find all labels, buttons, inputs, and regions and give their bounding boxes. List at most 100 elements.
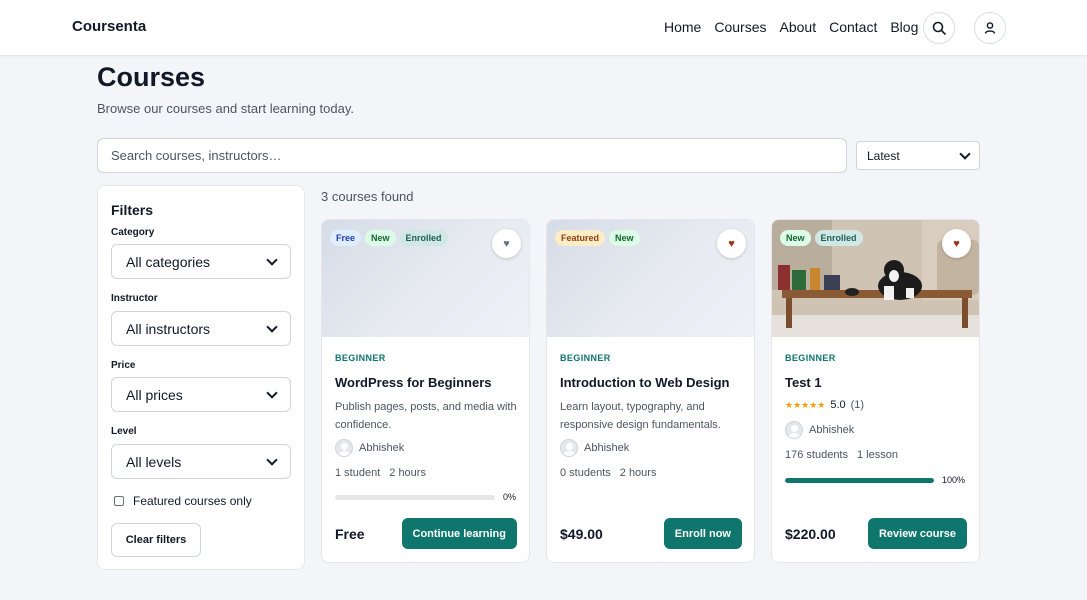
nav-courses[interactable]: Courses bbox=[714, 19, 766, 35]
course-badges: Free New Enrolled bbox=[330, 230, 448, 246]
featured-only-toggle[interactable]: Featured courses only bbox=[114, 494, 252, 508]
nav-blog[interactable]: Blog bbox=[890, 19, 918, 35]
featured-badge: Featured bbox=[555, 230, 606, 246]
course-instructor: Abhishek bbox=[785, 421, 854, 439]
course-price: $220.00 bbox=[785, 526, 836, 542]
course-level: BEGINNER bbox=[335, 353, 386, 363]
course-search-input[interactable] bbox=[97, 138, 847, 173]
chevron-down-icon bbox=[266, 320, 278, 333]
sort-select[interactable]: Latest bbox=[856, 141, 980, 170]
course-instructor: Abhishek bbox=[335, 439, 404, 457]
favorite-button[interactable]: ♥ bbox=[492, 229, 521, 258]
page-subtitle: Browse our courses and start learning to… bbox=[97, 101, 355, 116]
course-card[interactable]: Free New Enrolled ♥ BEGINNER WordPress f… bbox=[321, 219, 530, 563]
level-select[interactable]: All levels bbox=[111, 444, 291, 479]
instructor-select[interactable]: All instructors bbox=[111, 311, 291, 346]
level-label: Level bbox=[111, 426, 137, 437]
student-count: 176 students bbox=[785, 449, 848, 461]
top-navbar: Coursenta Home Courses About Contact Blo… bbox=[0, 0, 1087, 56]
course-card[interactable]: New Enrolled ♥ BEGINNER Test 1 ★★★★★ 5.0… bbox=[771, 219, 980, 563]
course-price: $49.00 bbox=[560, 526, 603, 542]
progress-track bbox=[785, 477, 934, 483]
progress-fill bbox=[785, 477, 934, 483]
course-rating: ★★★★★ 5.0 (1) bbox=[785, 399, 864, 411]
course-badges: New Enrolled bbox=[780, 230, 863, 246]
search-button[interactable] bbox=[923, 12, 955, 44]
course-title[interactable]: Introduction to Web Design bbox=[560, 375, 729, 390]
instructor-label: Instructor bbox=[111, 293, 158, 304]
category-selected-value: All categories bbox=[126, 253, 211, 270]
results-count: 3 courses found bbox=[321, 189, 414, 204]
star-rating-icon: ★★★★★ bbox=[785, 399, 826, 410]
enroll-now-button[interactable]: Enroll now bbox=[663, 518, 742, 549]
chevron-down-icon bbox=[266, 386, 278, 399]
progress-label: 0% bbox=[503, 492, 517, 502]
instructor-selected-value: All instructors bbox=[126, 320, 211, 337]
enrolled-badge: Enrolled bbox=[399, 230, 448, 246]
course-card[interactable]: Featured New ♥ BEGINNER Introduction to … bbox=[546, 219, 755, 563]
course-meta: 0 students 2 hours bbox=[560, 467, 656, 479]
brand-logo[interactable]: Coursenta bbox=[72, 18, 146, 35]
new-badge: New bbox=[780, 230, 811, 246]
main-nav: Home Courses About Contact Blog bbox=[664, 19, 918, 35]
chevron-down-icon bbox=[959, 147, 971, 160]
new-badge: New bbox=[609, 230, 640, 246]
course-level: BEGINNER bbox=[785, 353, 836, 363]
rating-count: (1) bbox=[850, 399, 865, 411]
filters-panel: Filters Category All categories Instruct… bbox=[97, 185, 305, 570]
course-title[interactable]: WordPress for Beginners bbox=[335, 375, 492, 390]
category-label: Category bbox=[111, 227, 155, 238]
chevron-down-icon bbox=[266, 453, 278, 466]
price-label: Price bbox=[111, 360, 136, 371]
course-duration: 2 hours bbox=[619, 467, 657, 479]
category-select[interactable]: All categories bbox=[111, 244, 291, 279]
instructor-name: Abhishek bbox=[809, 424, 855, 436]
filters-title: Filters bbox=[111, 202, 154, 218]
progress-track bbox=[335, 494, 495, 500]
instructor-name: Abhishek bbox=[584, 442, 630, 454]
rating-value: 5.0 bbox=[830, 399, 846, 411]
level-selected-value: All levels bbox=[126, 453, 182, 470]
course-price: Free bbox=[335, 526, 365, 542]
account-button[interactable] bbox=[974, 12, 1006, 44]
course-duration: 2 hours bbox=[389, 467, 426, 479]
course-progress: 0% bbox=[335, 492, 516, 502]
lesson-count: 1 lesson bbox=[857, 449, 898, 461]
featured-only-checkbox[interactable] bbox=[114, 496, 124, 506]
new-badge: New bbox=[365, 230, 396, 246]
user-icon bbox=[984, 22, 996, 34]
search-icon bbox=[932, 21, 946, 35]
avatar bbox=[335, 439, 353, 457]
course-progress: 100% bbox=[785, 475, 965, 485]
price-selected-value: All prices bbox=[126, 386, 183, 403]
course-description: Learn layout, typography, and responsive… bbox=[560, 401, 721, 431]
free-badge: Free bbox=[330, 230, 362, 246]
heart-icon: ♥ bbox=[953, 237, 960, 250]
heart-icon: ♥ bbox=[503, 237, 510, 250]
heart-icon: ♥ bbox=[728, 237, 735, 250]
course-badges: Featured New bbox=[555, 230, 640, 246]
nav-contact[interactable]: Contact bbox=[829, 19, 877, 35]
student-count: 1 student bbox=[335, 467, 381, 479]
enrolled-badge: Enrolled bbox=[814, 230, 863, 246]
course-meta: 1 student 2 hours bbox=[335, 467, 426, 479]
course-description: Publish pages, posts, and media with con… bbox=[335, 401, 517, 431]
course-level: BEGINNER bbox=[560, 353, 611, 363]
avatar bbox=[560, 439, 578, 457]
course-meta: 176 students 1 lesson bbox=[785, 449, 898, 461]
student-count: 0 students bbox=[560, 467, 611, 479]
page-title: Courses bbox=[97, 62, 206, 92]
favorite-button[interactable]: ♥ bbox=[717, 229, 746, 258]
continue-learning-button[interactable]: Continue learning bbox=[401, 518, 517, 549]
instructor-name: Abhishek bbox=[359, 442, 405, 454]
price-select[interactable]: All prices bbox=[111, 377, 291, 412]
course-title[interactable]: Test 1 bbox=[785, 375, 822, 390]
sort-selected-value: Latest bbox=[867, 148, 900, 163]
nav-about[interactable]: About bbox=[780, 19, 817, 35]
review-course-button[interactable]: Review course bbox=[867, 518, 967, 549]
course-instructor: Abhishek bbox=[560, 439, 629, 457]
progress-label: 100% bbox=[942, 475, 966, 485]
clear-filters-button[interactable]: Clear filters bbox=[111, 523, 201, 557]
nav-home[interactable]: Home bbox=[664, 19, 701, 35]
favorite-button[interactable]: ♥ bbox=[942, 229, 971, 258]
